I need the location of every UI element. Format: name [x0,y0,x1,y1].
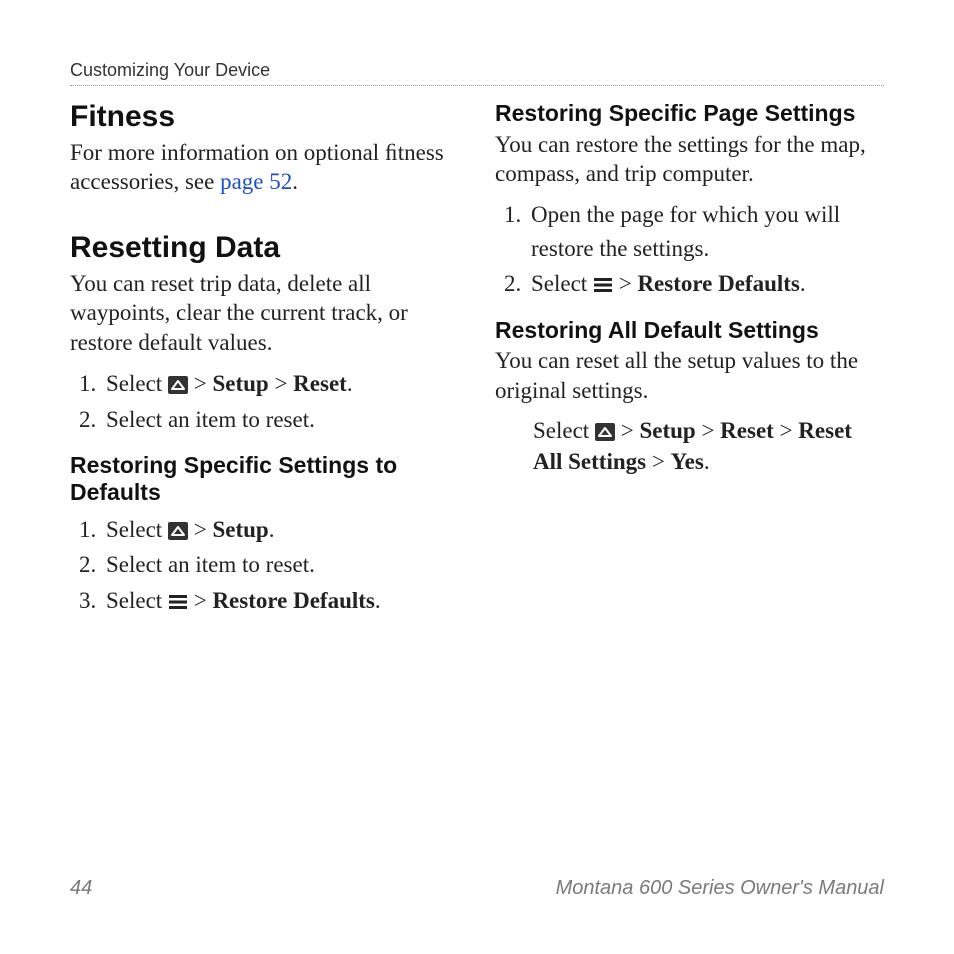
text: > [613,271,637,296]
text: > [269,371,293,396]
text: . [269,517,275,542]
link-page-52[interactable]: page 52 [220,169,292,194]
menu-path-setup: Setup [212,371,268,396]
text: . [704,449,710,474]
menu-path-setup: Setup [212,517,268,542]
text: . [347,371,353,396]
text: > [188,371,212,396]
text: . [800,271,806,296]
manual-page: Customizing Your Device Fitness For more… [0,0,954,954]
menu-path-yes: Yes [671,449,704,474]
up-arrow-icon [168,376,188,394]
heading-fitness: Fitness [70,100,459,134]
left-column: Fitness For more information on optional… [70,94,459,627]
paragraph-fitness: For more information on optional ﬁtness … [70,138,459,197]
up-arrow-icon [168,522,188,540]
text: > [774,418,798,443]
menu-icon [168,593,188,611]
list-item: Select > Restore Defaults. [102,584,459,617]
text: > [646,449,670,474]
list-item: Select an item to reset. [102,403,459,436]
menu-path-setup: Setup [639,418,695,443]
steps-restore-specific: Select > Setup. Select an item to reset.… [70,513,459,617]
text: Select [531,271,593,296]
menu-path-restore-defaults: Restore Defaults [212,588,374,613]
text: Select [533,418,595,443]
heading-resetting-data: Resetting Data [70,231,459,265]
text: > [188,588,212,613]
text: > [696,418,720,443]
list-item: Select > Setup. [102,513,459,546]
menu-path-reset: Reset [720,418,774,443]
text: > [188,517,212,542]
list-item: Select > Setup > Reset. [102,367,459,400]
instruction-restore-all: Select > Setup > Reset > Reset All Setti… [533,415,884,477]
list-item: Select an item to reset. [102,548,459,581]
steps-resetting: Select > Setup > Reset. Select an item t… [70,367,459,436]
text: > [615,418,639,443]
menu-path-reset: Reset [293,371,347,396]
steps-restore-page: Open the page for which you will restore… [495,198,884,300]
heading-restore-page-settings: Restoring Speciﬁc Page Settings [495,100,884,128]
text: Select [106,588,168,613]
text: Select [106,371,168,396]
running-head: Customizing Your Device [70,60,884,86]
paragraph-restore-page: You can restore the settings for the map… [495,130,884,189]
list-item: Open the page for which you will restore… [527,198,884,265]
text: Select [106,517,168,542]
right-column: Restoring Speciﬁc Page Settings You can … [495,94,884,627]
heading-restore-specific-settings: Restoring Speciﬁc Settings to Defaults [70,452,459,507]
text: . [375,588,381,613]
text: . [292,169,298,194]
content-columns: Fitness For more information on optional… [70,94,884,627]
heading-restore-all-defaults: Restoring All Default Settings [495,317,884,345]
menu-path-restore-defaults: Restore Defaults [637,271,799,296]
menu-icon [593,276,613,294]
paragraph-restore-all: You can reset all the setup values to th… [495,346,884,405]
manual-title: Montana 600 Series Owner's Manual [556,877,884,900]
page-footer: 44 Montana 600 Series Owner's Manual [70,877,884,900]
list-item: Select > Restore Defaults. [527,267,884,300]
page-number: 44 [70,877,92,900]
paragraph-resetting: You can reset trip data, delete all wayp… [70,269,459,357]
up-arrow-icon [595,423,615,441]
